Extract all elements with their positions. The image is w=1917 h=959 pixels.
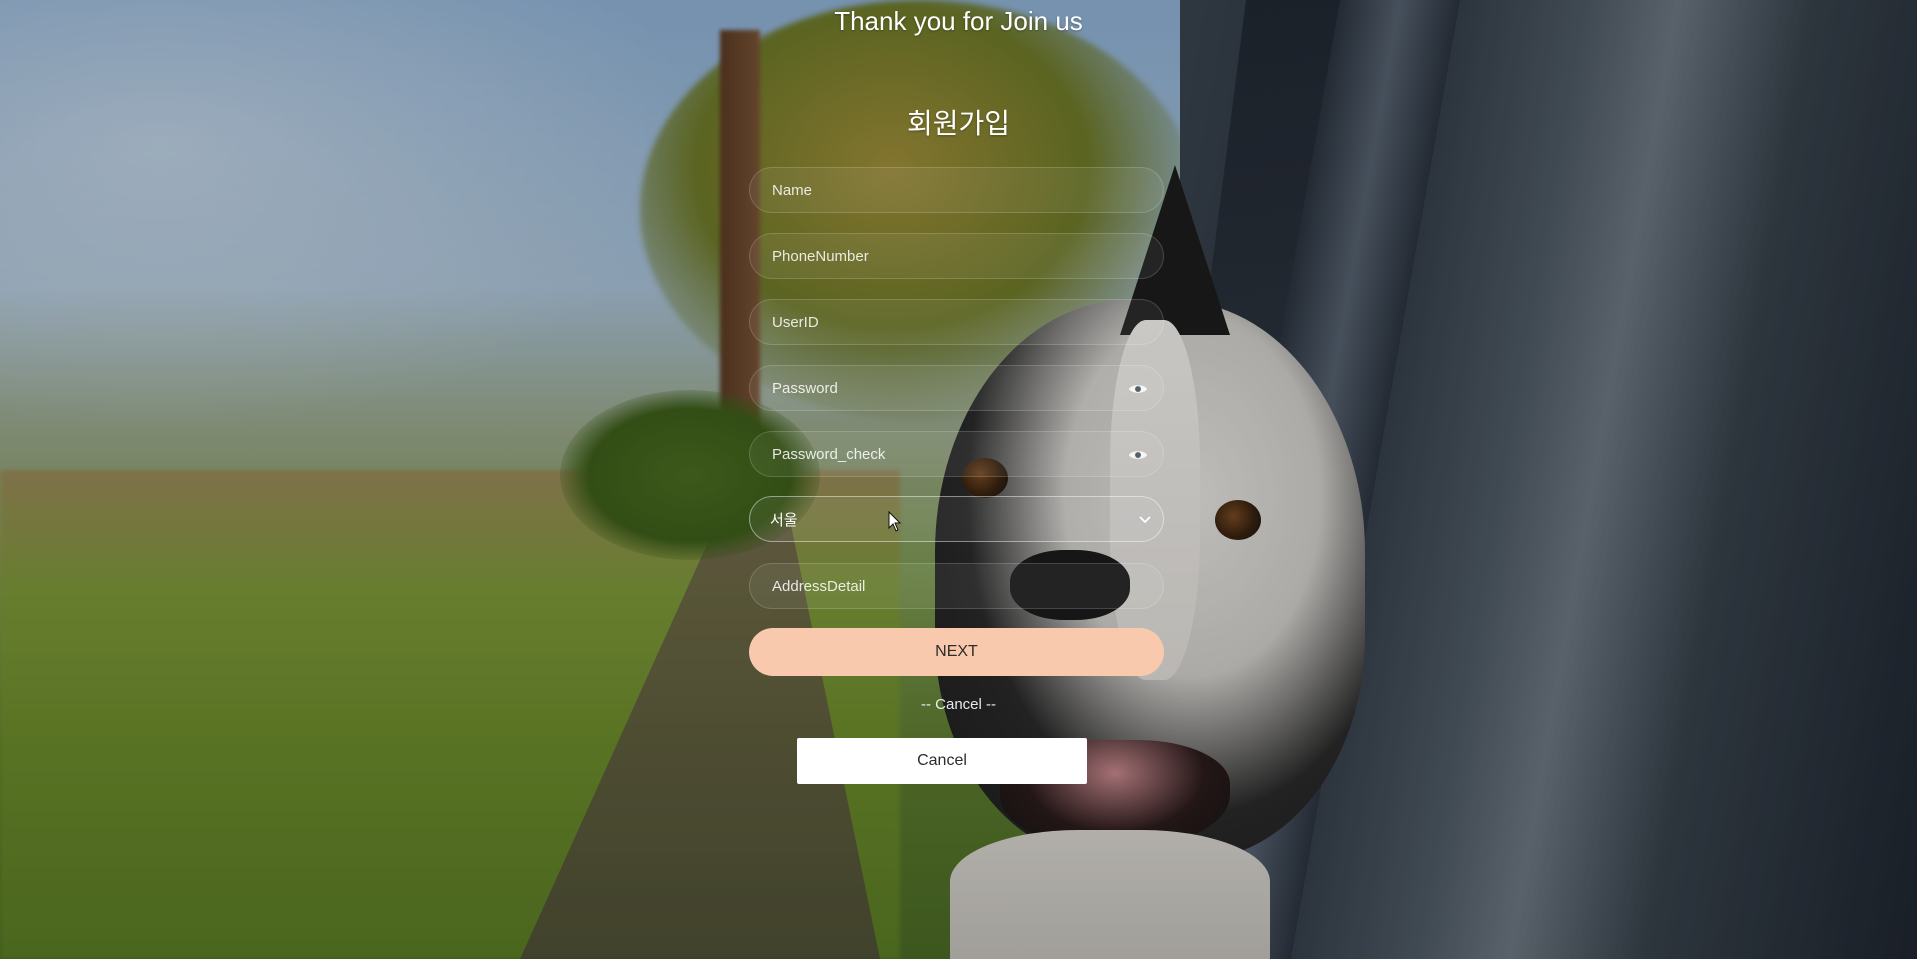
- name-field[interactable]: [749, 167, 1164, 213]
- phone-input[interactable]: [770, 246, 1143, 266]
- dark-overlay: [0, 0, 1917, 959]
- form-title: 회원가입: [906, 108, 1011, 139]
- userid-input[interactable]: [770, 312, 1143, 332]
- address-detail-field[interactable]: [749, 563, 1164, 609]
- cancel-button[interactable]: Cancel: [797, 738, 1087, 784]
- password-check-field[interactable]: [749, 431, 1164, 477]
- eye-icon[interactable]: [1127, 378, 1149, 400]
- password-input[interactable]: [770, 378, 1143, 398]
- page-title: Thank you for Join us: [834, 6, 1083, 36]
- address-detail-input[interactable]: [770, 576, 1143, 596]
- userid-field[interactable]: [749, 299, 1164, 345]
- phone-field[interactable]: [749, 233, 1164, 279]
- next-button[interactable]: NEXT: [749, 628, 1164, 676]
- eye-icon[interactable]: [1127, 444, 1149, 466]
- name-input[interactable]: [770, 180, 1143, 200]
- region-select-value: 서울: [770, 511, 798, 529]
- region-select[interactable]: 서울: [749, 496, 1164, 542]
- chevron-down-icon[interactable]: [1137, 511, 1153, 527]
- background-photo: [0, 0, 1917, 959]
- cancel-divider: -- Cancel --: [920, 696, 996, 713]
- password-field[interactable]: [749, 365, 1164, 411]
- password-check-input[interactable]: [770, 444, 1143, 464]
- mouse-cursor-icon: [888, 510, 902, 533]
